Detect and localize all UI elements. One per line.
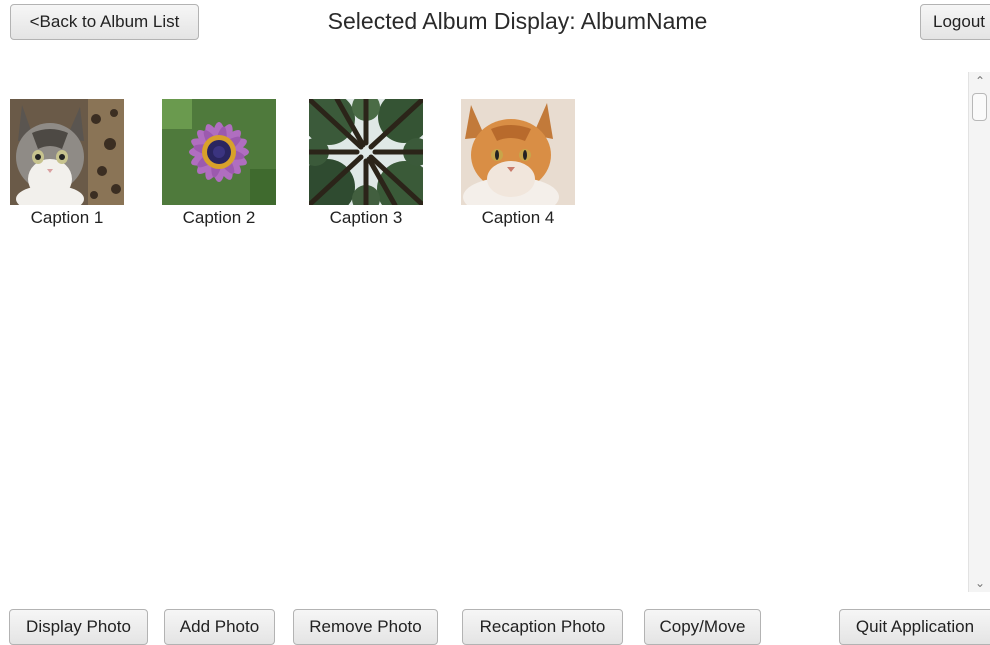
photo-caption: Caption 3 — [329, 208, 403, 227]
scroll-down-arrow-icon[interactable]: ⌄ — [975, 576, 985, 590]
orange-cat-photo — [461, 99, 575, 205]
forest-canopy-photo — [309, 99, 423, 205]
quit-application-button[interactable]: Quit Application — [839, 609, 990, 645]
remove-photo-button[interactable]: Remove Photo — [293, 609, 438, 645]
vertical-scrollbar[interactable]: ⌃ ⌄ — [968, 72, 990, 592]
photo-thumbnail-2[interactable]: Caption 2 — [162, 99, 276, 227]
recaption-photo-button[interactable]: Recaption Photo — [462, 609, 623, 645]
photo-thumbnail-3[interactable]: Caption 3 — [309, 99, 423, 227]
page-title: Selected Album Display: AlbumName — [327, 8, 708, 34]
photo-thumbnail-4[interactable]: Caption 4 — [461, 99, 575, 227]
photo-thumbnail-1[interactable]: Caption 1 — [10, 99, 124, 227]
purple-flower-photo — [162, 99, 276, 205]
scroll-up-arrow-icon[interactable]: ⌃ — [975, 74, 985, 88]
add-photo-button[interactable]: Add Photo — [164, 609, 275, 645]
photo-caption: Caption 4 — [481, 208, 555, 227]
copy-move-button[interactable]: Copy/Move — [644, 609, 761, 645]
scrollbar-thumb[interactable] — [972, 93, 987, 121]
logout-button[interactable]: Logout — [920, 4, 990, 40]
tabby-cat-photo — [10, 99, 124, 205]
display-photo-button[interactable]: Display Photo — [9, 609, 148, 645]
photo-caption: Caption 1 — [30, 208, 104, 227]
photo-caption: Caption 2 — [182, 208, 256, 227]
